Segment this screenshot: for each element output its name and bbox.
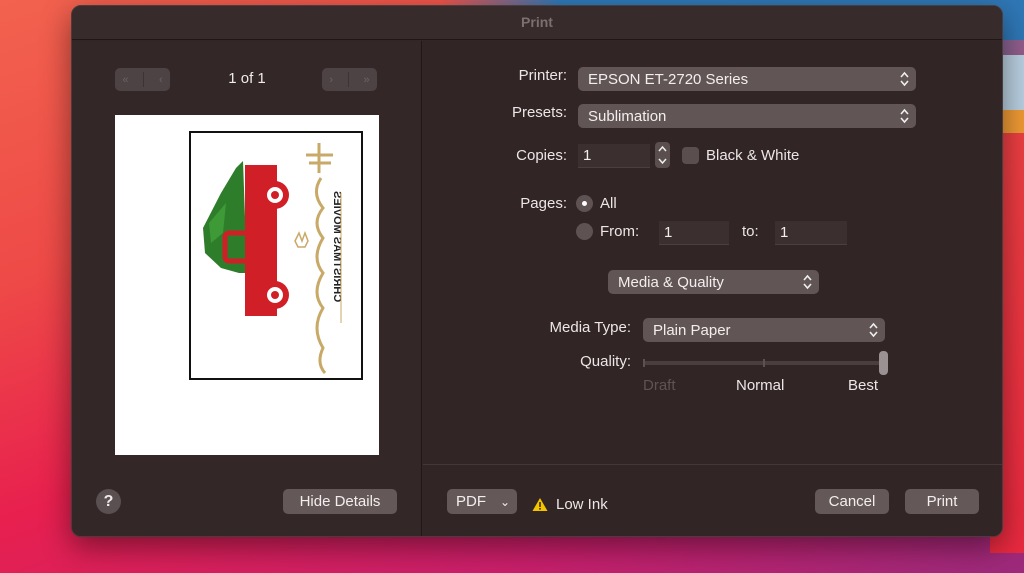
- pages-all-radio[interactable]: [576, 195, 593, 212]
- pages-label: Pages:: [520, 195, 567, 212]
- truck-wheel-hub: [271, 291, 279, 299]
- section-select[interactable]: Media & Quality: [608, 270, 819, 294]
- printer-select[interactable]: EPSON ET-2720 Series: [578, 67, 916, 91]
- quality-slider-knob[interactable]: [879, 351, 888, 375]
- pages-all-label: All: [600, 195, 617, 212]
- pages-range-radio[interactable]: [576, 223, 593, 240]
- black-white-checkbox[interactable]: [682, 147, 699, 164]
- pages-to-label: to:: [742, 223, 759, 240]
- page-preview: CHRISTMAS MOVIES: [115, 115, 379, 455]
- truck-wheel-hub: [271, 191, 279, 199]
- up-down-chevron-icon: [803, 274, 812, 290]
- chevron-down-icon: ⌄: [500, 494, 511, 509]
- pages-from-label: From:: [600, 223, 640, 240]
- pdf-label: PDF: [456, 493, 486, 510]
- preview-pane: « ‹ 1 of 1 › » CHRISTMAS MOVIES ? Hide D…: [72, 41, 422, 536]
- settings-pane: Printer: EPSON ET-2720 Series Presets: S…: [423, 41, 1002, 536]
- print-button[interactable]: Print: [905, 489, 979, 514]
- page-nav-forward-group: › »: [322, 68, 377, 91]
- low-ink-text: Low Ink: [556, 496, 608, 513]
- presets-select[interactable]: Sublimation: [578, 104, 916, 128]
- copies-input[interactable]: 1: [578, 144, 650, 168]
- divider: [347, 72, 349, 87]
- media-type-value: Plain Paper: [653, 321, 731, 339]
- last-page-button[interactable]: »: [364, 74, 370, 86]
- pages-to-input[interactable]: 1: [775, 221, 847, 245]
- printer-value: EPSON ET-2720 Series: [588, 70, 749, 88]
- presets-label: Presets:: [511, 104, 567, 121]
- print-dialog: Print « ‹ 1 of 1 › » CHRISTMAS MOVIES ? …: [71, 5, 1003, 537]
- quality-option-best: Best: [848, 377, 879, 394]
- stepper-arrows-icon: [658, 145, 667, 165]
- footer-divider: [423, 464, 1002, 465]
- divider: [143, 72, 145, 87]
- printer-label: Printer:: [518, 67, 567, 84]
- copies-label: Copies:: [516, 147, 567, 164]
- truck-tree-artwork: CHRISTMAS MOVIES: [203, 143, 343, 375]
- quality-tick: [643, 359, 645, 367]
- quality-label: Quality:: [580, 353, 631, 370]
- pdf-menu-button[interactable]: PDF ⌄: [447, 489, 517, 514]
- presets-value: Sublimation: [588, 107, 667, 125]
- copies-stepper[interactable]: [655, 142, 670, 168]
- page-nav-back-group: « ‹: [115, 68, 170, 91]
- up-down-chevron-icon: [869, 322, 878, 338]
- page-counter: 1 of 1: [228, 70, 266, 87]
- cancel-button[interactable]: Cancel: [815, 489, 889, 514]
- script-lettering: [306, 143, 333, 375]
- window-title: Print: [521, 14, 553, 30]
- pages-from-input[interactable]: 1: [659, 221, 729, 245]
- quality-option-normal: Normal: [736, 377, 785, 394]
- up-down-chevron-icon: [900, 108, 909, 124]
- warning-icon: [532, 498, 548, 511]
- print-image-frame: CHRISTMAS MOVIES: [189, 131, 363, 380]
- low-ink-warning: Low Ink: [532, 496, 608, 513]
- crown-mark: [294, 230, 309, 248]
- hide-details-button[interactable]: Hide Details: [283, 489, 397, 514]
- quality-option-draft: Draft: [643, 377, 676, 394]
- media-type-select[interactable]: Plain Paper: [643, 318, 885, 342]
- title-bar[interactable]: Print: [72, 6, 1002, 40]
- up-down-chevron-icon: [900, 71, 909, 87]
- quality-tick: [763, 359, 765, 367]
- section-value: Media & Quality: [618, 273, 724, 291]
- first-page-button[interactable]: «: [122, 74, 128, 86]
- media-type-label: Media Type:: [549, 319, 631, 336]
- help-button[interactable]: ?: [96, 489, 121, 514]
- black-white-label: Black & White: [706, 147, 800, 164]
- previous-page-button[interactable]: ‹: [159, 74, 163, 86]
- next-page-button[interactable]: ›: [329, 74, 333, 86]
